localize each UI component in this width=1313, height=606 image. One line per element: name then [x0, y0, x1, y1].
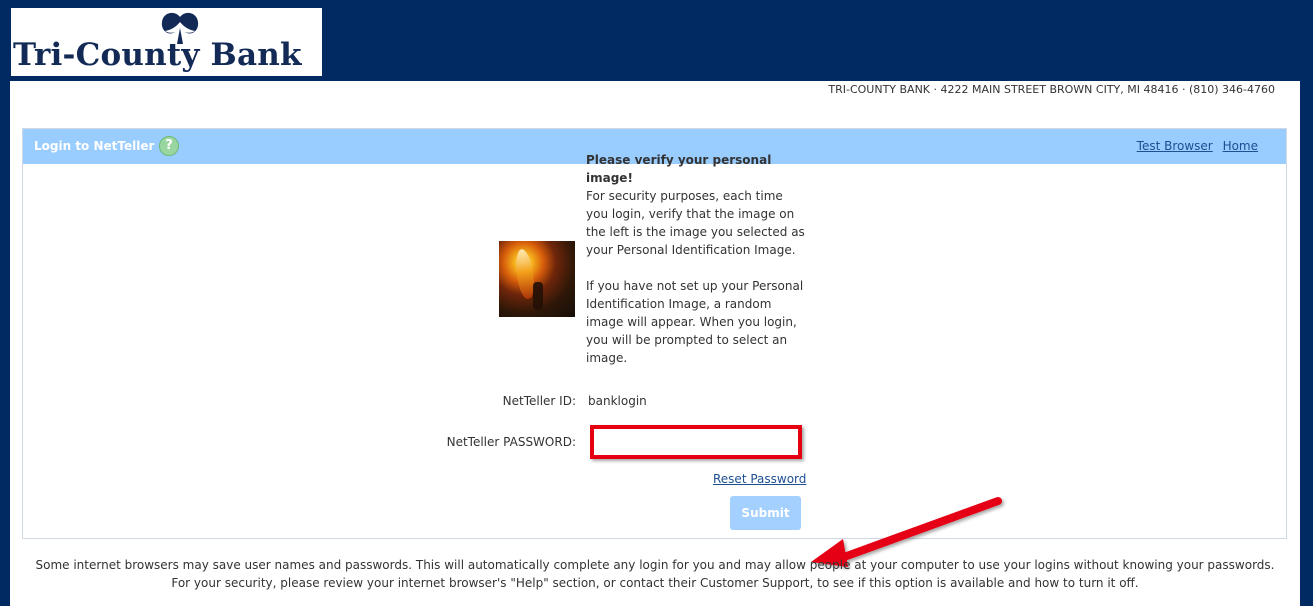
main-panel: TRI-COUNTY BANK · 4222 MAIN STREET BROWN… — [10, 81, 1300, 606]
password-input[interactable] — [590, 425, 802, 459]
netteller-id-label: NetTeller ID: — [502, 394, 576, 408]
login-box: Login to NetTeller ? Test Browser Home P… — [22, 128, 1287, 567]
browser-security-notice: Some internet browsers may save user nam… — [35, 558, 1275, 590]
test-browser-link[interactable]: Test Browser — [1137, 139, 1213, 153]
verification-paragraph-1: For security purposes, each time you log… — [586, 189, 805, 257]
verification-message: Please verify your personal image! For s… — [586, 151, 806, 367]
submit-button[interactable]: Submit — [730, 496, 801, 530]
help-icon[interactable]: ? — [159, 136, 179, 156]
verification-title: Please verify your personal image! — [586, 153, 772, 185]
netteller-id-value: banklogin — [588, 394, 647, 408]
password-label: NetTeller PASSWORD: — [446, 435, 576, 449]
login-title: Login to NetTeller — [34, 139, 155, 153]
header-links: Test Browser Home — [1131, 139, 1258, 154]
bank-address: TRI-COUNTY BANK · 4222 MAIN STREET BROWN… — [828, 83, 1275, 96]
personal-identification-image — [499, 241, 575, 317]
bank-logo[interactable]: Tri-County Bank — [11, 8, 322, 76]
bank-name: Tri-County Bank — [13, 37, 302, 73]
verification-paragraph-2: If you have not set up your Personal Ide… — [586, 279, 804, 365]
person-silhouette-image-detail — [533, 282, 543, 310]
home-link[interactable]: Home — [1223, 139, 1258, 153]
login-page: Tri-County Bank TRI-COUNTY BANK · 4222 M… — [0, 0, 1313, 606]
reset-password-link[interactable]: Reset Password — [713, 471, 806, 487]
